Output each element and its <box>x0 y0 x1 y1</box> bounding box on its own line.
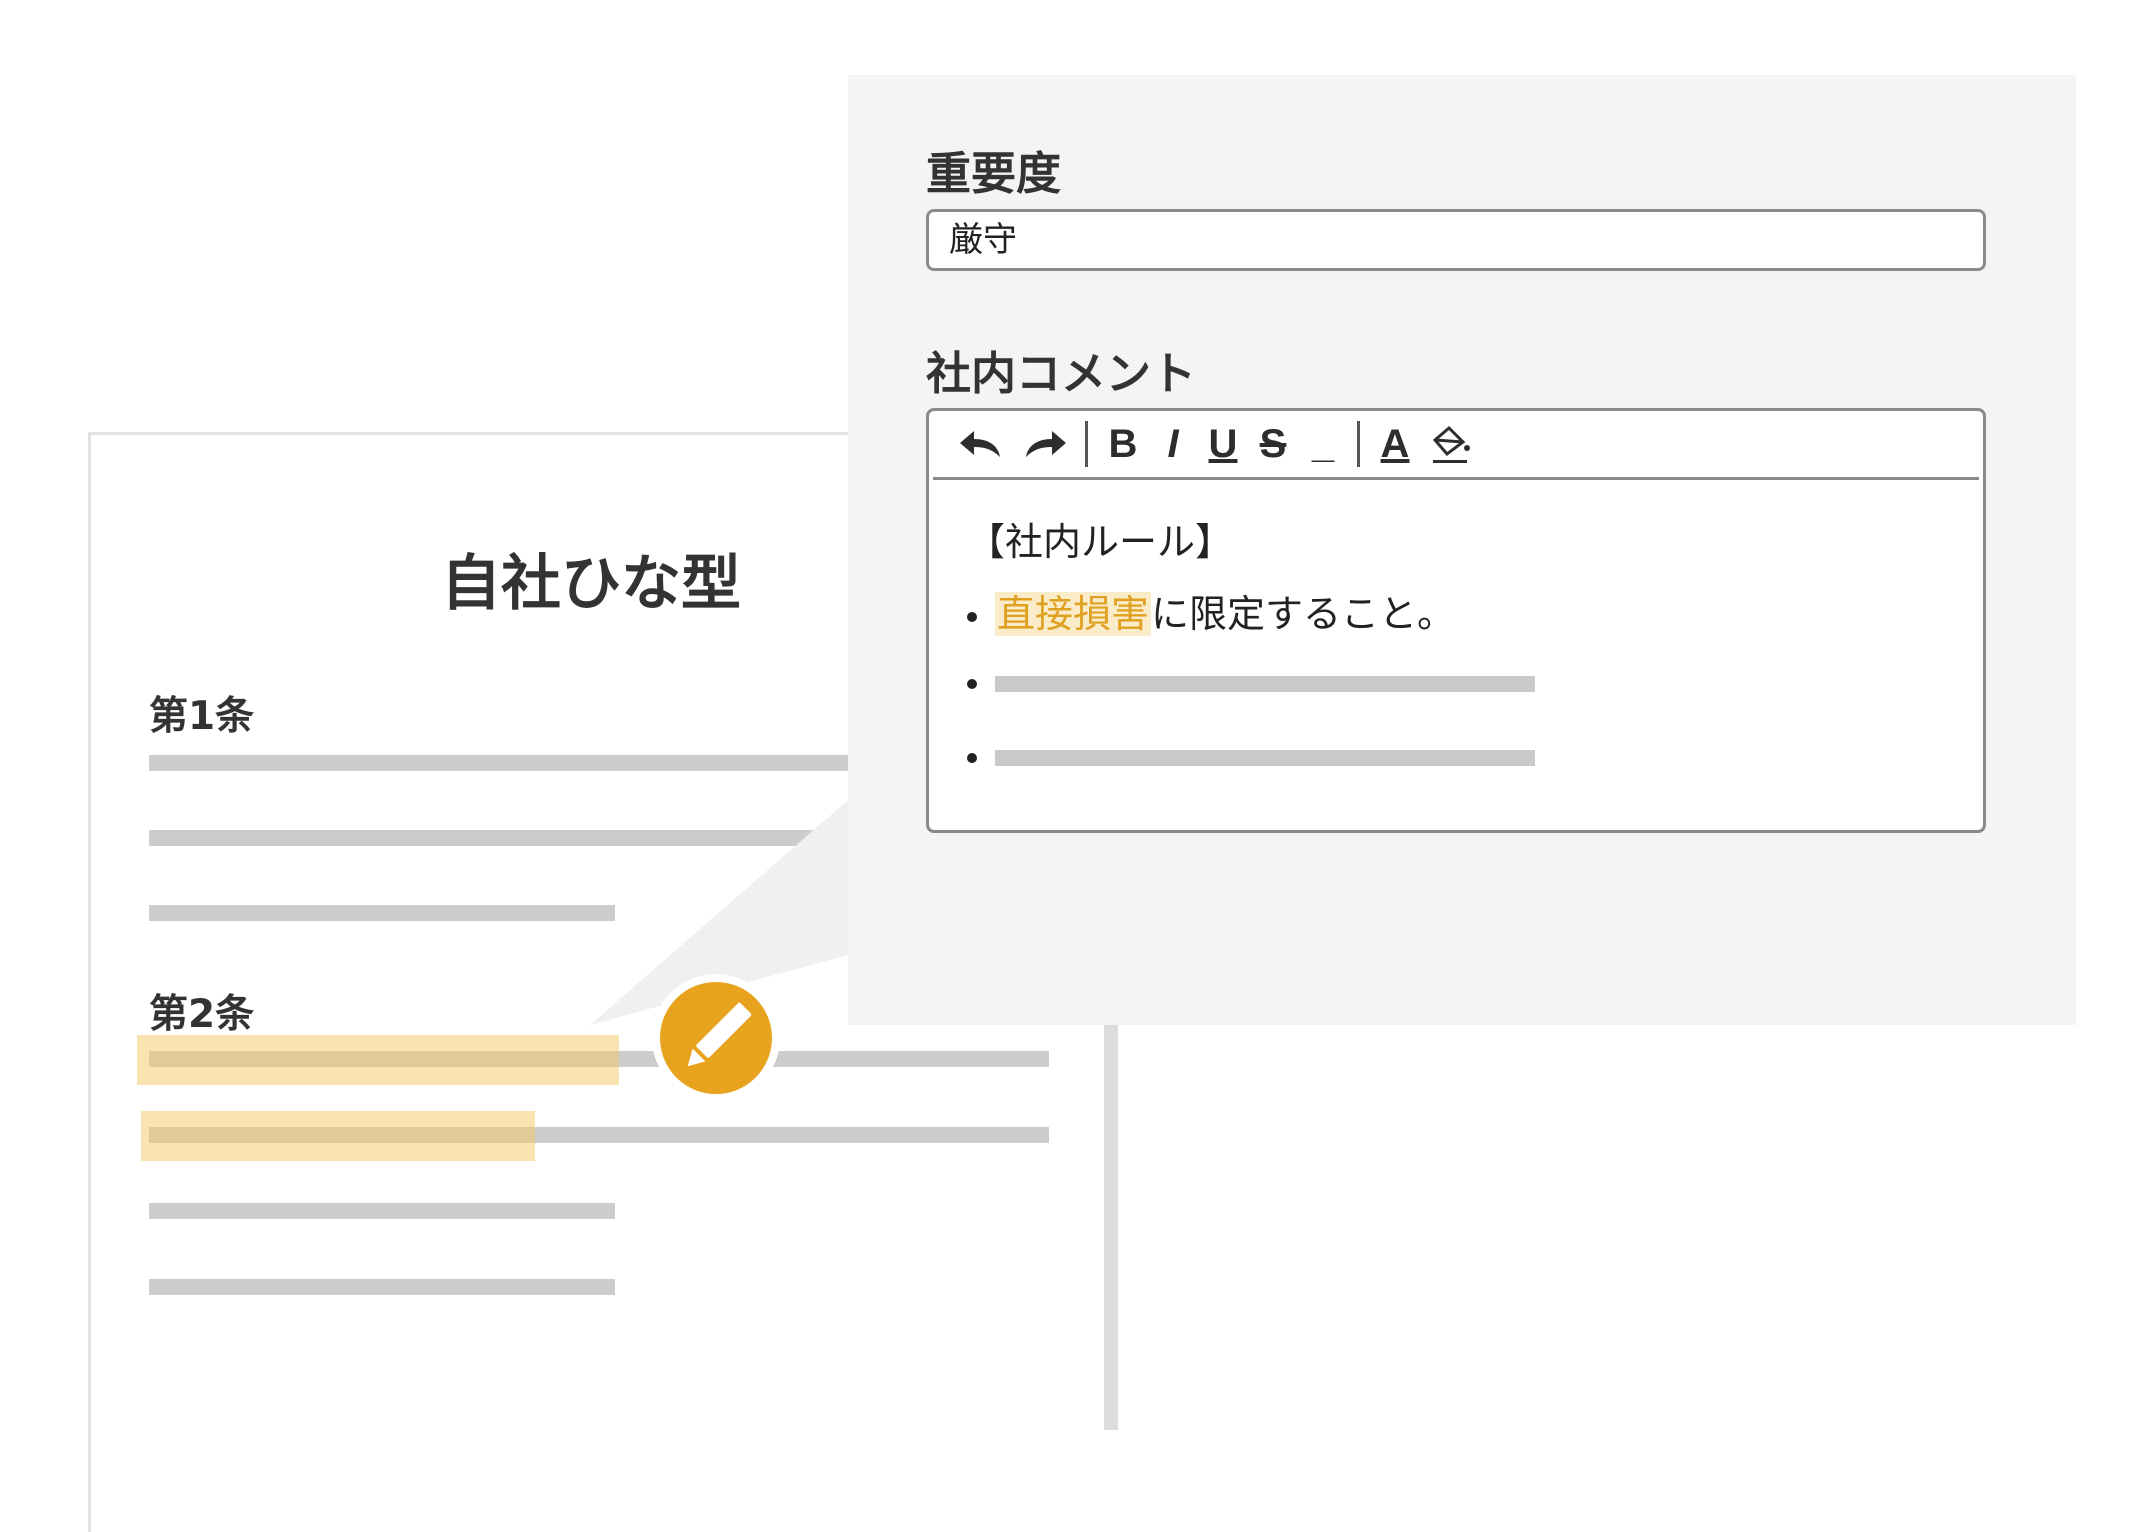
article-1-heading: 第1条 <box>149 694 255 739</box>
comment-panel: 重要度 厳守 社内コメント B I U S _ A 【社内ルール】 直接損害に限… <box>848 75 2076 1025</box>
redo-arrow-icon[interactable] <box>1019 417 1073 471</box>
bullet-dot <box>967 752 977 763</box>
undo-arrow-icon[interactable] <box>953 417 1007 471</box>
underline-button[interactable]: U <box>1203 417 1243 471</box>
underscore-button[interactable]: _ <box>1303 417 1343 471</box>
bullet-dot <box>967 611 977 622</box>
placeholder-line <box>149 755 949 771</box>
placeholder-line <box>149 830 949 846</box>
comment-label: 社内コメント <box>926 347 1197 400</box>
highlighted-term: 直接損害 <box>995 592 1152 636</box>
bullet-item <box>967 659 1535 703</box>
placeholder-line <box>149 1203 615 1219</box>
rule-heading: 【社内ルール】 <box>967 520 1234 564</box>
italic-button[interactable]: I <box>1153 417 1193 471</box>
comment-editor[interactable]: B I U S _ A 【社内ルール】 直接損害に限定すること。 <box>926 408 1986 833</box>
strikethrough-button[interactable]: S <box>1253 417 1293 471</box>
importance-select[interactable]: 厳守 <box>926 209 1986 271</box>
bullet-dot <box>967 678 977 689</box>
placeholder-line <box>995 749 1535 766</box>
font-color-button[interactable]: A <box>1375 417 1415 471</box>
placeholder-line <box>149 1279 615 1295</box>
bullet-item <box>967 733 1535 777</box>
pencil-icon <box>687 1002 752 1067</box>
bullet-item: 直接損害に限定すること。 <box>967 583 1455 638</box>
article-2-heading: 第2条 <box>149 992 255 1037</box>
highlighted-clause[interactable] <box>137 1035 619 1085</box>
editor-toolbar: B I U S _ A <box>933 411 1979 480</box>
bold-button[interactable]: B <box>1103 417 1143 471</box>
paint-bucket-icon[interactable] <box>1427 417 1475 471</box>
toolbar-separator <box>1085 421 1088 467</box>
document-edge <box>1104 960 1118 1430</box>
toolbar-separator <box>1357 421 1360 467</box>
placeholder-line <box>149 905 615 921</box>
bullet-text: に限定すること。 <box>1151 592 1456 636</box>
placeholder-line <box>995 675 1535 692</box>
importance-label: 重要度 <box>926 147 1062 200</box>
edit-comment-button[interactable] <box>652 974 780 1102</box>
highlighted-clause[interactable] <box>141 1111 535 1161</box>
